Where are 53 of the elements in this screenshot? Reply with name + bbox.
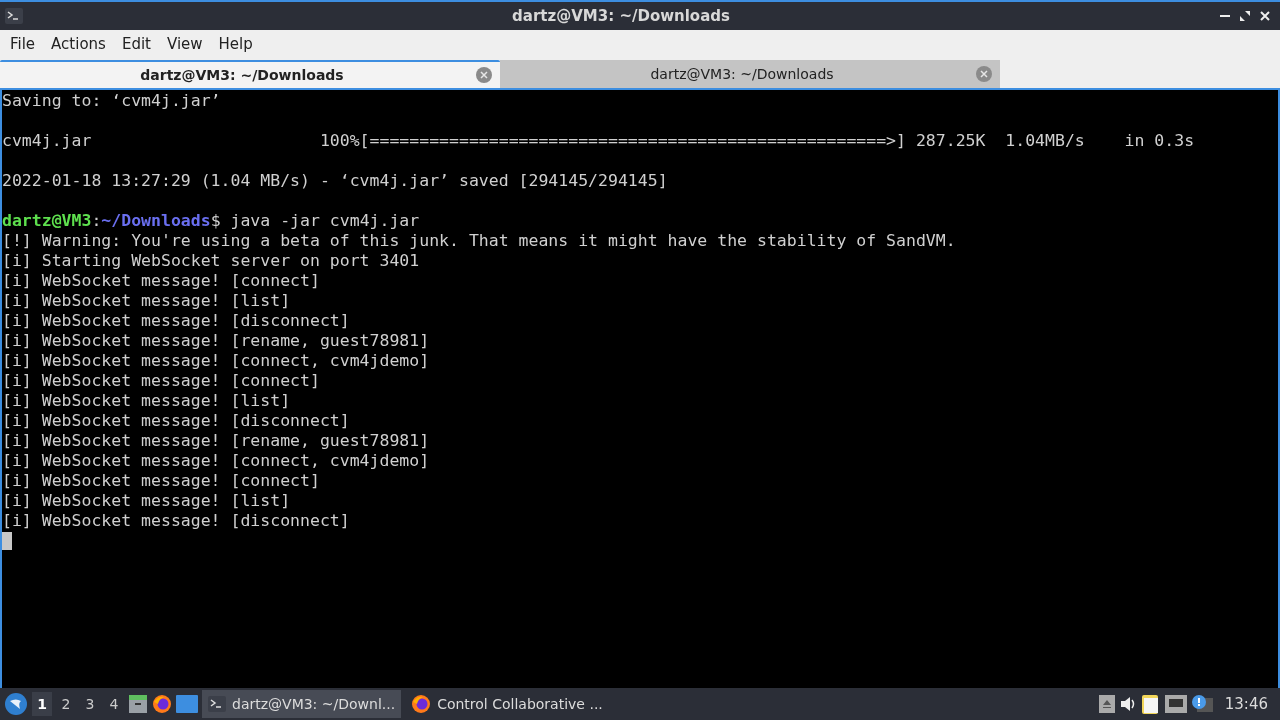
desktop-switch[interactable]: 2 bbox=[56, 692, 76, 716]
terminal-line: [i] WebSocket message! [connect] bbox=[2, 371, 321, 391]
firefox-icon bbox=[152, 694, 172, 714]
menu-item[interactable]: Edit bbox=[113, 32, 159, 56]
terminal-line: [i] WebSocket message! [disconnect] bbox=[2, 511, 351, 531]
firefox-icon bbox=[411, 694, 432, 714]
terminal-line: cvm4j.jar 100%[====================================================>] 287.25K 1.04MB/s in 0.3s bbox=[2, 131, 1196, 151]
prompt-symbol: $ bbox=[210, 211, 221, 231]
eject-icon[interactable] bbox=[1098, 695, 1115, 713]
menu-item[interactable]: Actions bbox=[43, 32, 114, 56]
maximize-icon[interactable] bbox=[1239, 10, 1251, 22]
task-button[interactable]: dartz@VM3: ~/Downl... bbox=[202, 690, 402, 718]
terminal-line: [i] WebSocket message! [connect] bbox=[2, 471, 321, 491]
terminal-line: [i] Starting WebSocket server on port 3401 bbox=[2, 251, 421, 271]
close-icon[interactable] bbox=[1259, 10, 1271, 22]
command-text: java -jar cvm4j.jar bbox=[229, 211, 420, 231]
terminal-line: 2022-01-18 13:27:29 (1.04 MB/s) - ‘cvm4j.jar’ saved [294145/294145] bbox=[2, 171, 669, 191]
prompt-path: ~/Downloads bbox=[101, 211, 211, 231]
prompt-user: dartz@VM3 bbox=[2, 211, 92, 231]
window-title: dartz@VM3: ~/Downloads bbox=[512, 5, 730, 27]
terminal-line: [i] WebSocket message! [connect, cvm4jdemo] bbox=[2, 351, 431, 371]
tab[interactable]: dartz@VM3: ~/Downloads bbox=[500, 60, 1000, 88]
desktop-switch[interactable]: 3 bbox=[80, 692, 100, 716]
terminal-line: [i] WebSocket message! [list] bbox=[2, 391, 292, 411]
volume-icon[interactable] bbox=[1118, 695, 1137, 713]
file-cabinet-icon[interactable] bbox=[128, 694, 148, 714]
menu-item[interactable]: View bbox=[158, 32, 211, 56]
prompt-separator: : bbox=[91, 211, 102, 231]
network-icon[interactable] bbox=[1164, 695, 1187, 713]
text-cursor bbox=[2, 532, 12, 550]
clock[interactable]: 13:46 bbox=[1216, 692, 1276, 716]
terminal[interactable] bbox=[0, 88, 1280, 688]
terminal-line: [i] WebSocket message! [disconnect] bbox=[2, 411, 351, 431]
desktop-switch[interactable]: 4 bbox=[104, 692, 124, 716]
task-button[interactable]: Control Collaborative ... bbox=[405, 690, 609, 718]
terminal-line: [i] WebSocket message! [connect] bbox=[2, 271, 321, 291]
terminal-line: [i] WebSocket message! [connect, cvm4jdemo] bbox=[2, 451, 431, 471]
terminal-line: [i] WebSocket message! [list] bbox=[2, 291, 292, 311]
terminal-icon bbox=[5, 8, 23, 24]
clipboard-icon[interactable] bbox=[1140, 693, 1161, 715]
bird-logo-icon[interactable] bbox=[4, 692, 28, 716]
terminal-line: [i] WebSocket message! [disconnect] bbox=[2, 311, 351, 331]
terminal-line: Saving to: ‘cvm4j.jar’ bbox=[2, 91, 222, 111]
desktop-switch[interactable]: 1 bbox=[32, 692, 52, 716]
terminal-line: [i] WebSocket message! [list] bbox=[2, 491, 292, 511]
terminal-line: [!] Warning: You're using a beta of this junk. That means it might have the stability of SandVM. bbox=[2, 231, 957, 251]
notification-icon[interactable] bbox=[1190, 694, 1213, 714]
tab[interactable]: dartz@VM3: ~/Downloads bbox=[0, 60, 500, 88]
menu-item[interactable]: Help bbox=[210, 32, 261, 56]
terminal-icon bbox=[208, 696, 226, 712]
terminal-line: [i] WebSocket message! [rename, guest78981] bbox=[2, 331, 431, 351]
menu-item[interactable]: File bbox=[2, 32, 44, 56]
terminal-line: [i] WebSocket message! [rename, guest78981] bbox=[2, 431, 431, 451]
